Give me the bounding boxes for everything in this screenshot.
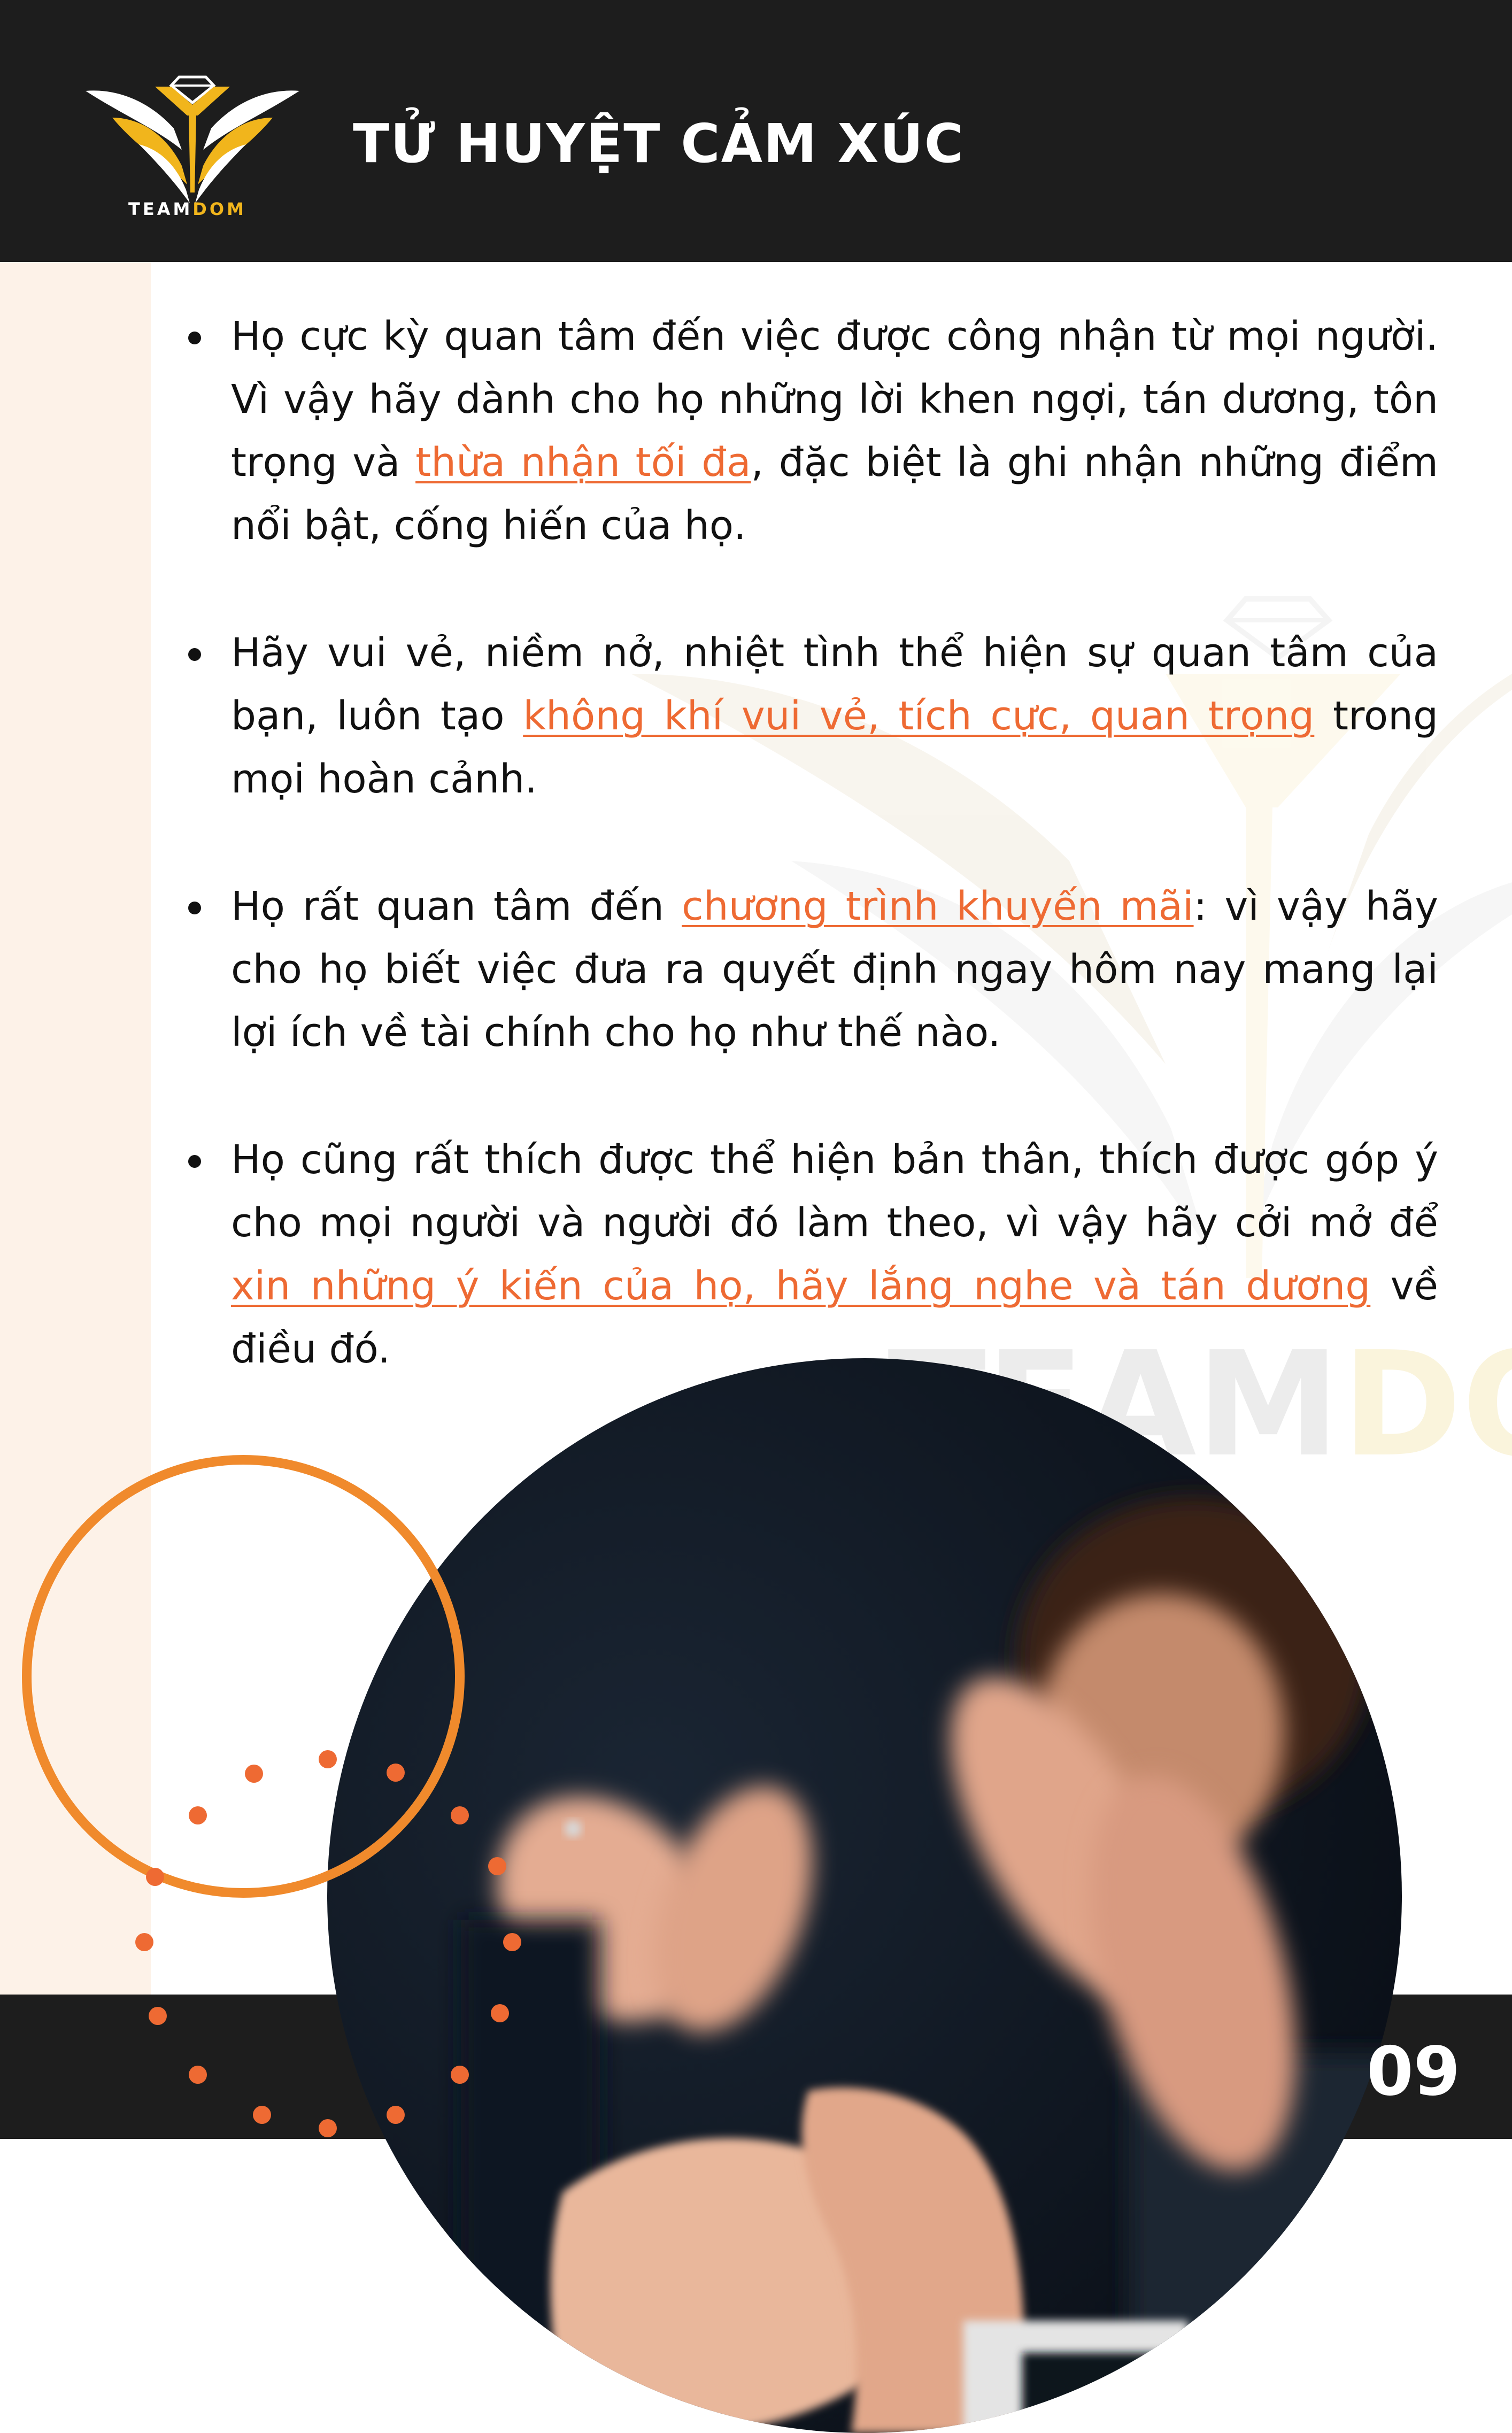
highlight-text: xin những ý kiến của họ, hãy lắng nghe v… [231, 1263, 1371, 1309]
bullet-item: Họ cực kỳ quan tâm đến việc được công nh… [182, 305, 1438, 557]
decorative-dot-arc [135, 1750, 521, 2137]
bullet-dot [188, 902, 201, 914]
highlight-text: thừa nhận tối đa [415, 440, 751, 486]
bullet-dot [188, 1155, 201, 1168]
bullet-item: Hãy vui vẻ, niềm nở, nhiệt tình thể hiện… [182, 621, 1438, 811]
page-title: TỬ HUYỆT CẢM XÚC [353, 112, 965, 175]
page-header: TEAMDOM TỬ HUYỆT CẢM XÚC [0, 0, 1512, 262]
bullet-dot [188, 332, 201, 344]
bullet-list: Họ cực kỳ quan tâm đến việc được công nh… [182, 305, 1438, 1445]
bullet-item: Họ rất quan tâm đến chương trình khuyến … [182, 875, 1438, 1064]
page-number: 09 [1367, 2032, 1461, 2111]
bullet-item: Họ cũng rất thích được thể hiện bản thân… [182, 1128, 1438, 1381]
logo-wordmark: TEAMDOM [128, 199, 246, 219]
bullet-dot [188, 648, 201, 661]
highlight-text: chương trình khuyến mãi [682, 883, 1194, 929]
highlight-text: không khí vui vẻ, tích cực, quan trọng [523, 693, 1315, 739]
